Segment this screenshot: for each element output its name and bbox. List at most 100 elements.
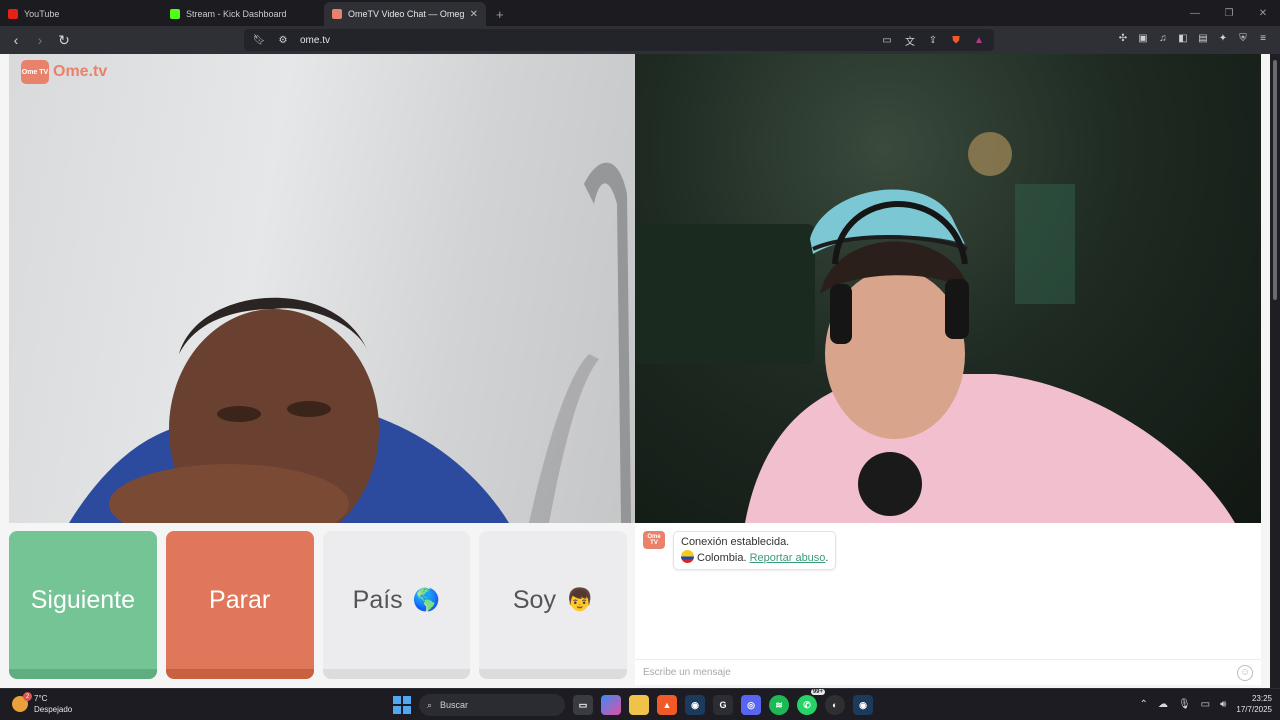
report-abuse-link[interactable]: Reportar abuso	[750, 552, 826, 564]
colombia-flag-icon	[681, 550, 694, 563]
gender-button[interactable]: Soy 👦	[479, 531, 627, 679]
clock-time: 23:25	[1251, 694, 1272, 703]
emoji-icon[interactable]: ☺	[1237, 664, 1253, 681]
task-view-icon[interactable]: ▭	[573, 695, 593, 715]
ometv-logo-text: Ome.tv	[53, 63, 108, 80]
ometv-icon	[332, 9, 342, 19]
weather-badge: 2	[23, 692, 32, 701]
clock-date: 17/7/2025	[1236, 705, 1272, 714]
search-icon: ⌕	[427, 699, 433, 710]
stranger-video-frame	[69, 162, 631, 523]
system-tray: ⌃ ☁ 🎙︎ ▭ 🔊︎ 23:25 17/7/2025	[1140, 693, 1272, 715]
message-input[interactable]	[643, 667, 1237, 678]
media-icon[interactable]: ♫	[1156, 31, 1170, 45]
chat-panel: Ome TV Conexión establecida. Colombia. R…	[635, 523, 1261, 685]
windows-start-icon[interactable]	[393, 696, 411, 714]
weather-icon: 2	[12, 692, 32, 712]
wallet-icon[interactable]: ▤	[1196, 31, 1210, 45]
page-scrollbar[interactable]	[1270, 54, 1280, 688]
country-label: País	[352, 585, 403, 614]
volume-icon[interactable]: 🔊︎	[1220, 699, 1226, 710]
tab-title: OmeTV Video Chat — Omegl	[348, 9, 464, 19]
minimize-icon[interactable]: —	[1178, 0, 1212, 26]
tab-title: YouTube	[24, 9, 60, 19]
message-bubble: Conexión establecida. Colombia. Reportar…	[673, 531, 837, 570]
restore-icon[interactable]: ❐	[1212, 0, 1246, 26]
chevron-up-icon[interactable]: ⌃	[1140, 699, 1148, 710]
self-video	[635, 54, 1261, 523]
ometv-logo[interactable]: Ome TV Ome.tv	[21, 60, 107, 84]
whatsapp-icon[interactable]: ✆ 99+	[797, 689, 825, 715]
scrollbar-thumb[interactable]	[1273, 60, 1277, 300]
back-icon[interactable]: ‹	[6, 30, 26, 50]
weather-temp: 7°C	[34, 694, 48, 703]
taskbar-search[interactable]: ⌕ Buscar	[419, 694, 565, 716]
bookmark-icon[interactable]: 🔖︎	[252, 33, 266, 47]
globe-icon: 🌎	[412, 587, 441, 612]
stranger-video: Ome TV Ome.tv	[9, 54, 635, 523]
reload-icon[interactable]: ↻	[54, 30, 74, 50]
file-explorer-icon[interactable]	[629, 695, 649, 715]
screen: YouTube Stream - Kick Dashboard OmeTV Vi…	[0, 0, 1280, 720]
kick-icon	[170, 9, 180, 19]
sidebar-icon[interactable]: ◧	[1176, 31, 1190, 45]
ometv-logo-icon: Ome TV	[21, 60, 49, 84]
country-button[interactable]: País 🌎	[322, 531, 471, 679]
report-suffix: .	[825, 552, 829, 564]
chat-input-bar: ☺	[635, 659, 1261, 685]
brave-rewards-icon[interactable]: ▲	[972, 33, 986, 47]
cast-icon[interactable]: ▭	[880, 33, 894, 47]
extensions-icon[interactable]: ✣	[1116, 31, 1130, 45]
tab-ometv[interactable]: OmeTV Video Chat — Omegl ✕	[324, 2, 486, 26]
close-window-icon[interactable]: ✕	[1246, 0, 1280, 26]
brave-shields-icon[interactable]: ⛊	[949, 33, 963, 47]
brave-browser-icon[interactable]: ▲	[657, 695, 677, 715]
country-name: Colombia.	[697, 552, 747, 564]
app-g-icon[interactable]: G	[713, 695, 733, 715]
new-tab-button[interactable]: +	[486, 2, 514, 26]
self-video-frame	[635, 132, 1235, 523]
spotify-icon[interactable]: ≋	[769, 695, 789, 715]
discord-icon[interactable]: ◎	[741, 695, 761, 715]
close-tab-icon[interactable]: ✕	[470, 9, 478, 20]
tab-youtube[interactable]: YouTube	[0, 2, 162, 26]
weather-widget[interactable]: 2 7°C Despejado	[12, 692, 73, 715]
tab-kick-dashboard[interactable]: Stream - Kick Dashboard	[162, 2, 324, 26]
steam-2-icon[interactable]: ◉	[853, 695, 873, 715]
search-placeholder: Buscar	[440, 700, 469, 710]
system-message: Ome TV Conexión establecida. Colombia. R…	[643, 531, 837, 570]
tab-title: Stream - Kick Dashboard	[186, 9, 287, 19]
connection-status: Conexión establecida.	[681, 536, 790, 548]
vpn-icon[interactable]: ⛨	[1236, 31, 1250, 45]
browser-extensions: ✣ ▣ ♫ ◧ ▤ ✦ ⛨ ≡	[1116, 31, 1270, 45]
next-label: Siguiente	[30, 585, 135, 614]
whatsapp-count: 99+	[810, 689, 825, 695]
menu-icon[interactable]: ≡	[1256, 31, 1270, 45]
clock[interactable]: 23:25 17/7/2025	[1236, 693, 1272, 715]
steam-icon[interactable]: ◉	[685, 695, 705, 715]
taskbar-apps: ⌕ Buscar ▭ ▲ ◉ G ◎ ≋ ✆ 99+ ◐ ◉	[393, 689, 873, 717]
ometv-avatar: Ome TV	[643, 531, 665, 549]
browser-toolbar: ‹ › ↻ 🔖︎ ⚙︎ ome.tv ▭ 文 ⇪ ⛊ ▲ ✣ ▣ ♫ ◧ ▤ ✦…	[0, 26, 1280, 54]
share-icon[interactable]: ⇪	[926, 33, 940, 47]
action-buttons: Siguiente Parar País 🌎 Soy 👦	[9, 531, 627, 679]
stop-button[interactable]: Parar	[165, 531, 314, 679]
onedrive-icon[interactable]: ☁	[1158, 699, 1168, 710]
weather-desc: Despejado	[34, 705, 73, 714]
leo-ai-icon[interactable]: ✦	[1216, 31, 1230, 45]
translate-icon[interactable]: 文	[903, 33, 917, 48]
gender-label: Soy	[512, 585, 556, 614]
obs-icon[interactable]: ◐	[825, 695, 845, 715]
microphone-icon[interactable]: 🎙︎	[1178, 699, 1191, 710]
ometv-page: Ome TV Ome.tv Siguiente Parar País 🌎 Soy…	[0, 54, 1270, 688]
youtube-icon	[8, 9, 18, 19]
forward-icon[interactable]: ›	[30, 30, 50, 50]
boy-icon: 👦	[565, 587, 594, 612]
screenshot-icon[interactable]: ▣	[1136, 31, 1150, 45]
copilot-icon[interactable]	[601, 695, 621, 715]
window-controls: — ❐ ✕	[1178, 0, 1280, 26]
address-bar[interactable]: 🔖︎ ⚙︎ ome.tv ▭ 文 ⇪ ⛊ ▲	[244, 29, 994, 51]
display-icon[interactable]: ▭	[1201, 699, 1210, 710]
next-button[interactable]: Siguiente	[9, 531, 157, 679]
site-info-icon[interactable]: ⚙︎	[276, 33, 290, 47]
